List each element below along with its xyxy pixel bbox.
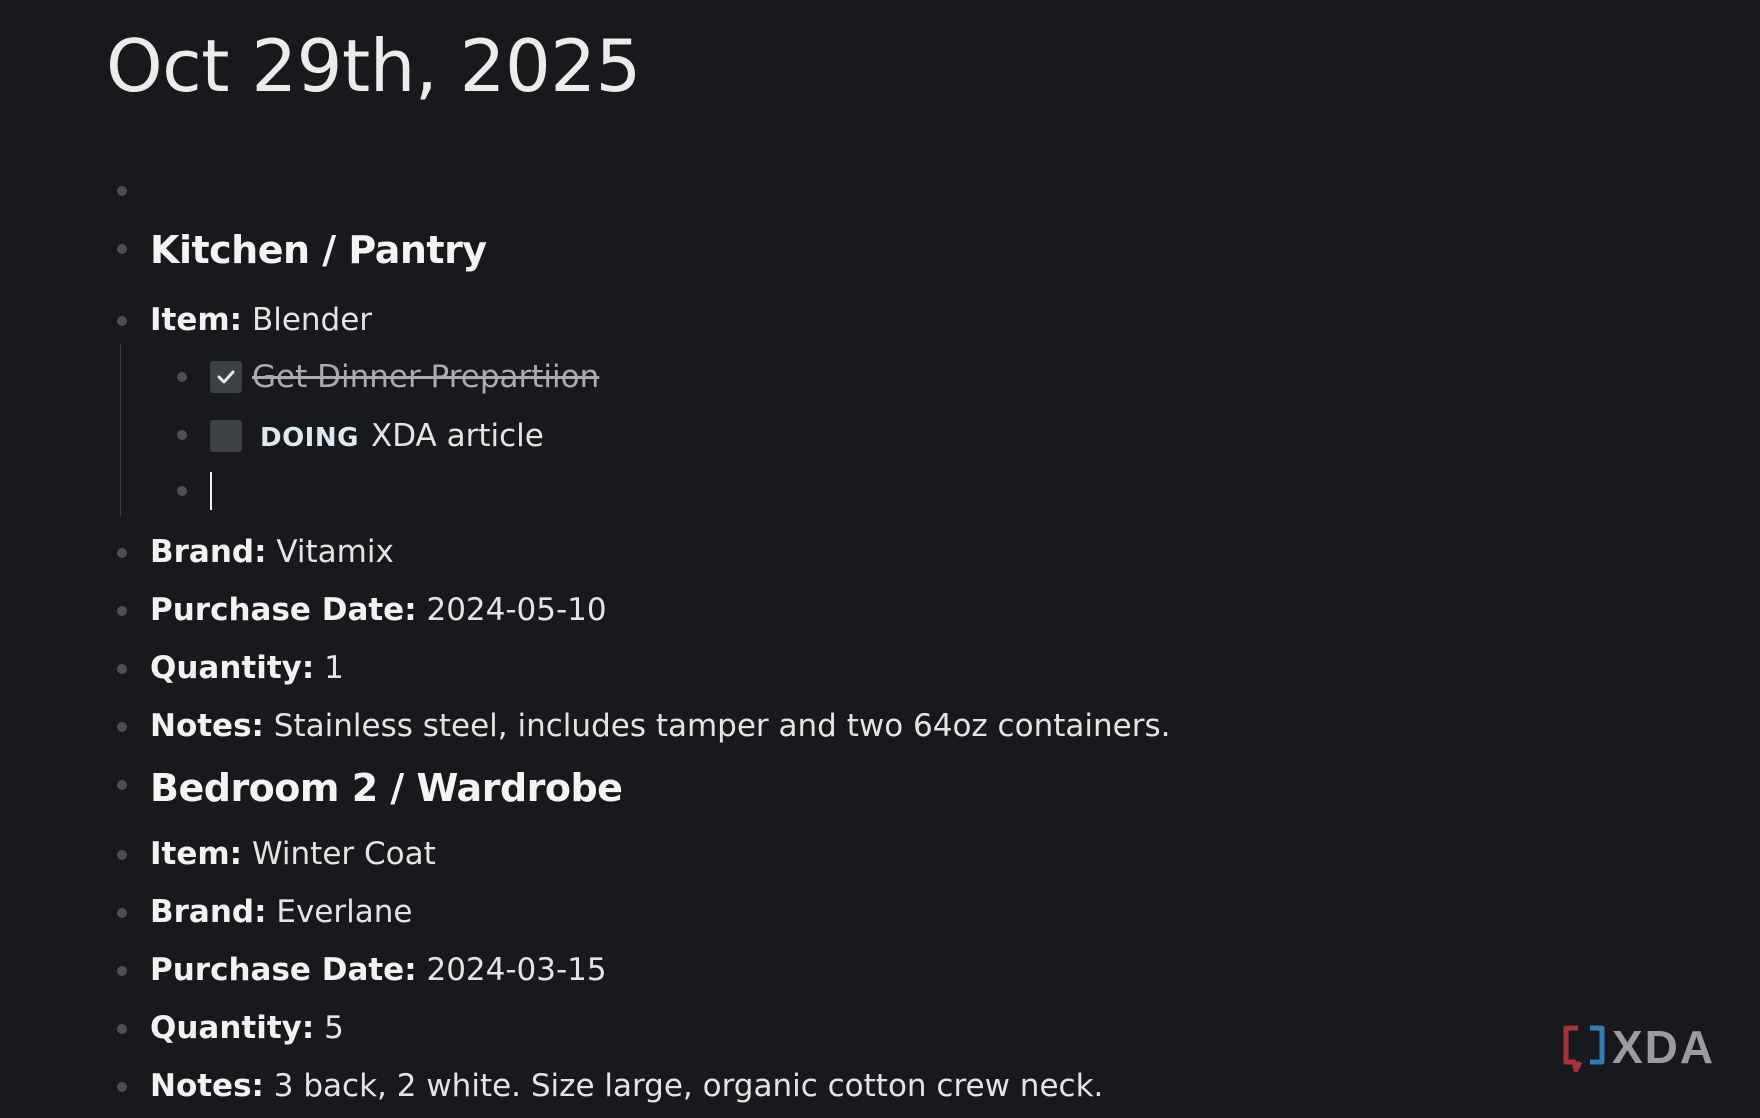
block-bullet[interactable]: [117, 244, 127, 254]
property-notes: Notes: Stainless steel, includes tamper …: [150, 706, 1170, 746]
block-bullet[interactable]: [117, 850, 127, 860]
block-bullet[interactable]: [117, 1082, 127, 1092]
property-value: Vitamix: [276, 534, 394, 570]
property-label: Notes:: [150, 1068, 264, 1104]
property-label: Quantity:: [150, 1010, 315, 1046]
property-brand: Brand: Everlane: [150, 892, 412, 932]
property-purchase-date: Purchase Date: 2024-05-10: [150, 590, 607, 630]
property-label: Item:: [150, 836, 243, 872]
page-title: Oct 29th, 2025: [106, 24, 641, 108]
todo-checkbox-checked[interactable]: [210, 361, 242, 393]
property-value: 1: [324, 650, 344, 686]
property-value: Everlane: [276, 894, 413, 930]
check-icon: [217, 370, 235, 384]
text-caret: [210, 472, 212, 510]
property-label: Purchase Date:: [150, 952, 417, 988]
property-label: Notes:: [150, 708, 264, 744]
property-value: Blender: [251, 302, 373, 338]
property-label: Brand:: [150, 534, 267, 570]
block-bullet[interactable]: [117, 548, 127, 558]
property-value: Stainless steel, includes tamper and two…: [273, 708, 1171, 744]
block-bullet[interactable]: [117, 186, 127, 196]
property-value: 2024-05-10: [426, 592, 607, 628]
property-label: Brand:: [150, 894, 267, 930]
property-brand: Brand: Vitamix: [150, 532, 394, 572]
todo-checkbox-unchecked[interactable]: [210, 420, 242, 452]
block-bullet[interactable]: [117, 664, 127, 674]
property-label: Purchase Date:: [150, 592, 417, 628]
xda-watermark: XDA: [1562, 1021, 1716, 1073]
block-bullet[interactable]: [177, 430, 187, 440]
block-bullet[interactable]: [177, 372, 187, 382]
todo-text-doing: XDA article: [370, 418, 544, 454]
block-bullet[interactable]: [117, 780, 127, 790]
block-bullet[interactable]: [177, 486, 187, 496]
heading-bedroom-wardrobe: Bedroom 2 / Wardrobe: [150, 766, 623, 810]
property-label: Quantity:: [150, 650, 315, 686]
doing-marker[interactable]: DOING: [260, 423, 359, 453]
block-bullet[interactable]: [117, 606, 127, 616]
block-bullet[interactable]: [117, 1024, 127, 1034]
property-value: 3 back, 2 white. Size large, organic cot…: [273, 1068, 1104, 1104]
property-value: 2024-03-15: [426, 952, 607, 988]
todo-text-done: Get Dinner Prepartiion: [252, 359, 600, 395]
property-value: 5: [324, 1010, 344, 1046]
children-guide-line[interactable]: [120, 344, 121, 517]
property-item: Item: Blender: [150, 300, 372, 340]
heading-kitchen-pantry: Kitchen / Pantry: [150, 228, 487, 272]
property-quantity: Quantity: 1: [150, 648, 344, 688]
property-quantity: Quantity: 5: [150, 1008, 344, 1048]
xda-watermark-text: XDA: [1612, 1021, 1716, 1073]
property-label: Item:: [150, 302, 243, 338]
property-value: Winter Coat: [251, 836, 436, 872]
block-bullet[interactable]: [117, 722, 127, 732]
property-notes: Notes: 3 back, 2 white. Size large, orga…: [150, 1066, 1103, 1106]
xda-logo-icon: [1563, 1025, 1605, 1072]
todo-content-doing: DOING XDA article: [260, 416, 544, 458]
block-bullet[interactable]: [117, 908, 127, 918]
block-bullet[interactable]: [117, 966, 127, 976]
block-bullet[interactable]: [117, 316, 127, 326]
property-purchase-date: Purchase Date: 2024-03-15: [150, 950, 607, 990]
property-item: Item: Winter Coat: [150, 834, 436, 874]
